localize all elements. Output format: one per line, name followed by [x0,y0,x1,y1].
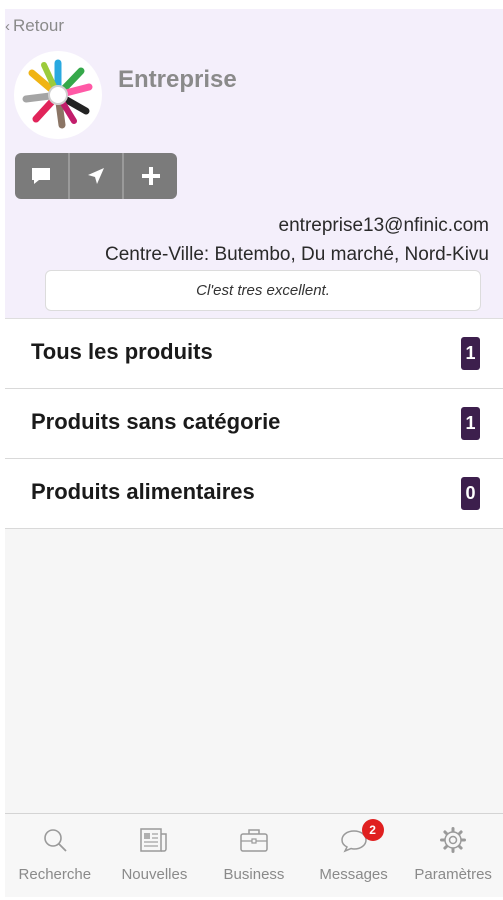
company-tagline: Cl'est tres excellent. [45,270,481,311]
company-name: Entreprise [118,66,237,93]
company-logo [14,51,102,139]
category-row-food[interactable]: Produits alimentaires 0 [5,459,503,529]
tab-recherche[interactable]: Recherche [5,814,105,897]
notification-badge: 2 [361,819,384,841]
search-icon [43,829,67,852]
comment-icon [32,168,51,184]
tab-messages[interactable]: 2 Messages [304,814,404,897]
company-address: Centre-Ville: Butembo, Du marché, Nord-K… [104,244,489,265]
category-row-uncategorized[interactable]: Produits sans catégorie 1 [5,389,503,459]
back-link[interactable]: ‹ Retour [5,16,64,36]
category-count-badge: 1 [461,337,480,370]
category-label: Produits alimentaires [31,479,255,504]
category-count-badge: 1 [461,407,480,440]
tab-label: Nouvelles [121,866,188,883]
newspaper-icon [140,828,168,852]
company-profile-header: ‹ Retour Entreprise entreprise13@nfinic.… [5,9,503,319]
tab-label: Paramètres [414,866,492,883]
tab-business[interactable]: Business [204,814,304,897]
tab-label: Business [223,866,285,883]
gear-icon [440,827,467,853]
tab-nouvelles[interactable]: Nouvelles [105,814,205,897]
category-row-all-products[interactable]: Tous les produits 1 [5,319,503,389]
directions-button[interactable] [70,153,125,199]
app-screen: ‹ Retour Entreprise entreprise13@nfinic.… [5,9,503,897]
briefcase-icon [240,829,268,852]
back-label: Retour [13,16,65,35]
category-label: Tous les produits [31,339,213,364]
plus-icon [141,167,160,185]
tab-label: Messages [319,866,388,883]
category-label: Produits sans catégorie [31,409,281,434]
chevron-left-icon: ‹ [5,18,10,35]
message-button[interactable] [15,153,70,199]
location-arrow-icon [88,168,104,184]
category-count-badge: 0 [461,477,480,510]
category-list: Tous les produits 1 Produits sans catégo… [5,319,503,529]
tab-label: Recherche [18,866,92,883]
tab-parametres[interactable]: Paramètres [403,814,503,897]
company-email[interactable]: entreprise13@nfinic.com [279,215,489,237]
action-button-group [15,153,177,199]
add-button[interactable] [124,153,177,199]
bottom-tab-bar: Recherche Nouvelles Business 2 Messages … [5,813,503,897]
